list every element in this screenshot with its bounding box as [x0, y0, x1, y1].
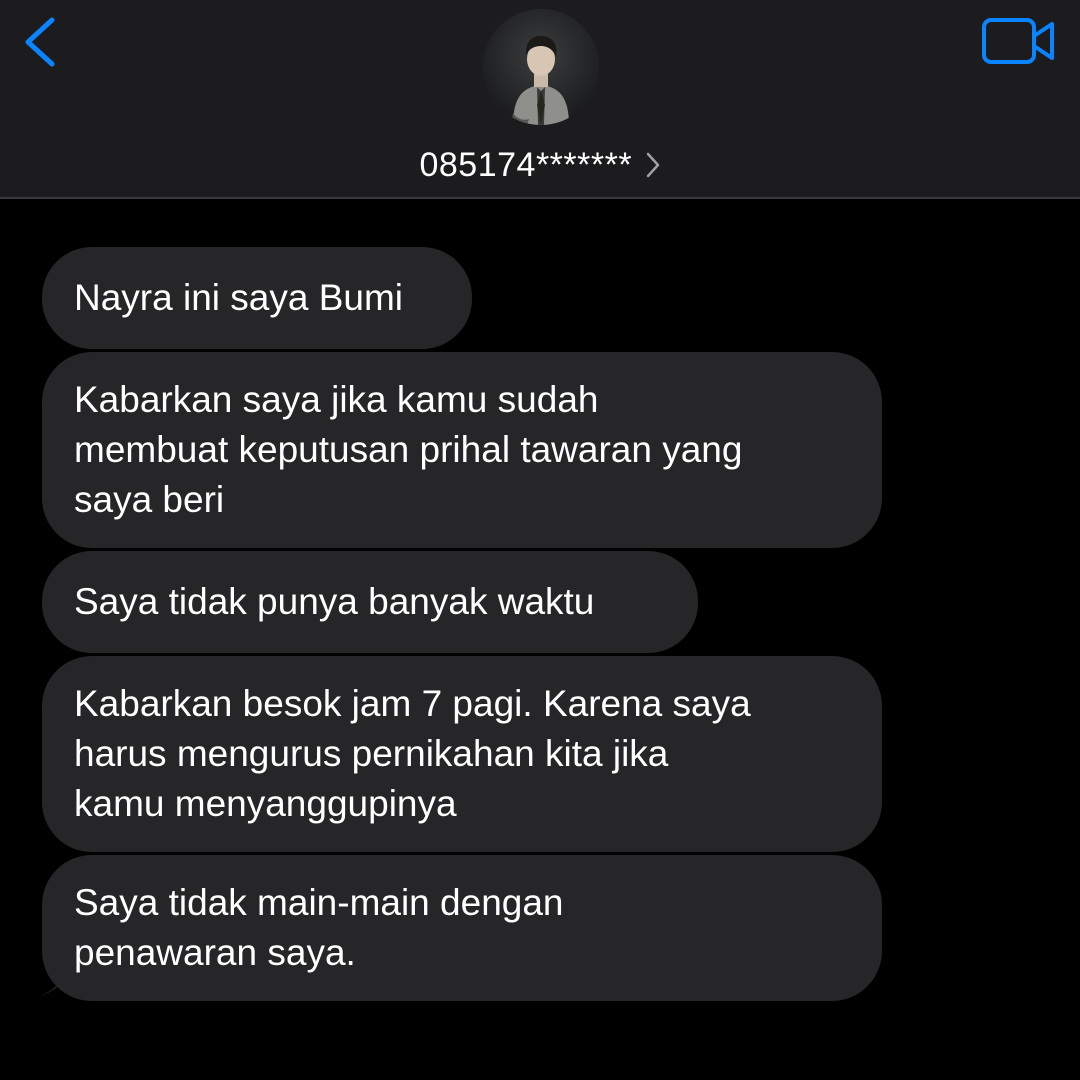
- message-bubble[interactable]: Kabarkan besok jam 7 pagi. Karena saya h…: [42, 656, 882, 852]
- video-camera-icon: [982, 18, 1054, 64]
- message-text: kamu menyanggupinya: [74, 783, 457, 824]
- message-text: saya beri: [74, 479, 225, 520]
- message-text: Saya tidak punya banyak waktu: [74, 581, 595, 622]
- message-text: penawaran saya.: [74, 932, 356, 973]
- message-text: Kabarkan besok jam 7 pagi. Karena saya: [74, 683, 751, 724]
- contact-info-button[interactable]: 085174*******: [0, 143, 1080, 187]
- video-call-button[interactable]: [978, 14, 1060, 70]
- avatar-photo: [483, 9, 599, 125]
- message-text: Nayra ini saya Bumi: [74, 277, 404, 318]
- back-button[interactable]: [18, 14, 66, 70]
- message-bubble[interactable]: Kabarkan saya jika kamu sudah membuat ke…: [42, 352, 882, 548]
- message-text: Saya tidak main-main dengan: [74, 882, 564, 923]
- chevron-left-icon: [25, 17, 55, 67]
- message-bubble[interactable]: Saya tidak main-main dengan penawaran sa…: [42, 855, 882, 1001]
- message-text: Kabarkan saya jika kamu sudah: [74, 379, 599, 420]
- message-bubble[interactable]: Nayra ini saya Bumi: [42, 247, 472, 349]
- conversation-header: 085174*******: [0, 0, 1080, 199]
- message-text: membuat keputusan prihal tawaran yang: [74, 429, 743, 470]
- chevron-right-icon: [646, 152, 659, 178]
- message-text: harus mengurus pernikahan kita jika: [74, 733, 669, 774]
- contact-number: 085174*******: [419, 146, 633, 184]
- contact-avatar[interactable]: [483, 9, 599, 125]
- message-bubble[interactable]: Saya tidak punya banyak waktu: [42, 551, 698, 653]
